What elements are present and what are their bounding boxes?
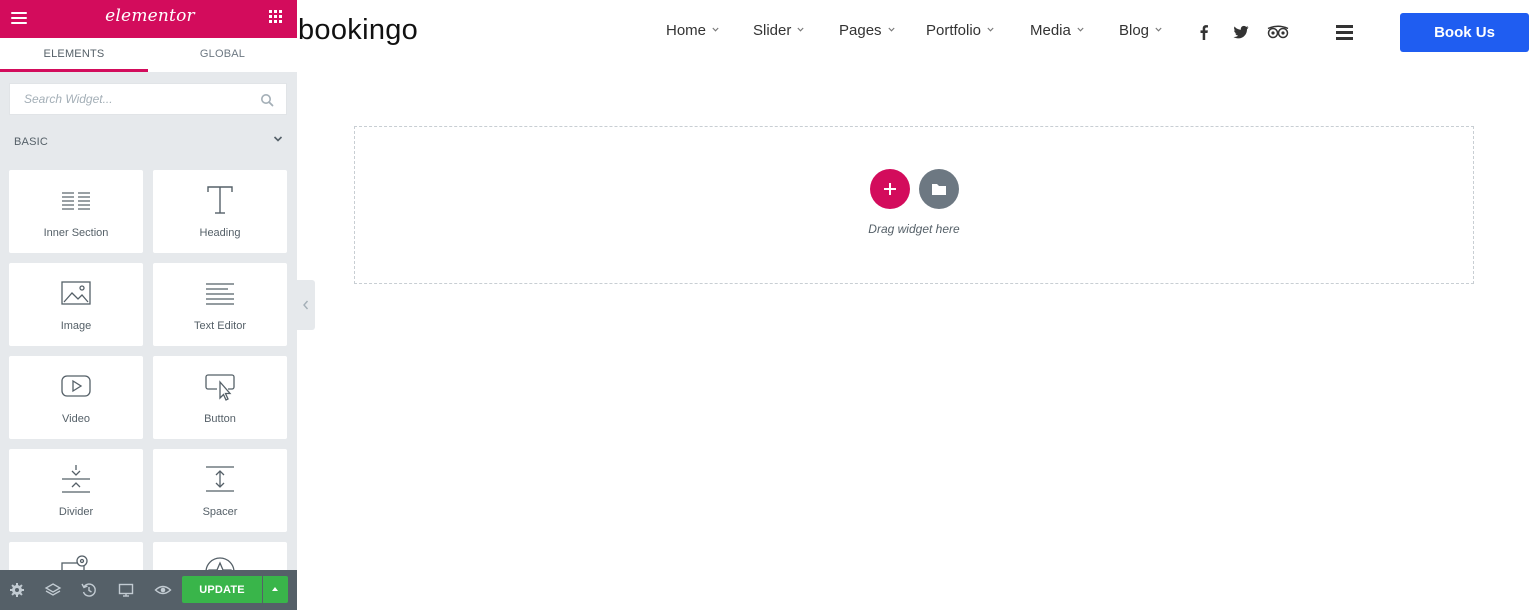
settings-gear-icon[interactable] <box>8 581 26 599</box>
search-widget-input[interactable] <box>10 84 250 114</box>
widgets-grid: Inner Section Heading Image Text Editor … <box>0 160 297 570</box>
nav-label: Home <box>666 22 707 39</box>
twitter-icon[interactable] <box>1232 23 1250 41</box>
chevron-left-icon <box>303 300 309 310</box>
widget-heading[interactable]: Heading <box>153 170 287 253</box>
video-icon <box>61 375 91 397</box>
search-icon[interactable] <box>260 93 274 107</box>
nav-label: Media <box>1030 22 1071 39</box>
plus-icon <box>884 183 896 195</box>
nav-portfolio[interactable]: Portfolio <box>926 22 994 42</box>
spacer-icon <box>206 466 234 492</box>
panel-footer: UPDATE <box>0 570 297 610</box>
panel-tabs: ELEMENTS GLOBAL <box>0 38 297 72</box>
nav-label: Blog <box>1119 22 1150 39</box>
add-template-button[interactable] <box>919 169 959 209</box>
site-logo[interactable]: bookingo <box>298 14 418 47</box>
caret-up-icon <box>272 587 278 591</box>
widget-google-maps[interactable] <box>9 542 143 570</box>
editor-root: elementor ELEMENTS GLOBAL BASIC <box>0 0 1529 610</box>
navigator-layers-icon[interactable] <box>44 581 62 599</box>
history-icon[interactable] <box>80 581 98 599</box>
nav-label: Slider <box>753 22 792 39</box>
category-title: BASIC <box>14 136 49 148</box>
facebook-icon[interactable] <box>1195 23 1213 41</box>
nav-home[interactable]: Home <box>666 22 719 42</box>
update-options-button[interactable] <box>263 576 288 603</box>
nav-slider[interactable]: Slider <box>753 22 804 42</box>
responsive-desktop-icon[interactable] <box>117 581 135 599</box>
widget-label: Heading <box>199 227 241 239</box>
widgets-grid-icon[interactable] <box>269 10 285 26</box>
widget-label: Spacer <box>202 506 238 518</box>
book-us-button[interactable]: Book Us <box>1400 13 1529 52</box>
nav-pages[interactable]: Pages <box>839 22 895 42</box>
inner-section-icon <box>62 192 90 210</box>
widget-icon[interactable] <box>153 542 287 570</box>
drag-widget-hint: Drag widget here <box>868 222 960 236</box>
editor-panel: elementor ELEMENTS GLOBAL BASIC <box>0 0 297 610</box>
text-editor-icon <box>206 283 234 305</box>
widget-label: Divider <box>58 506 94 518</box>
divider-icon <box>62 465 90 493</box>
chevron-down-icon <box>712 27 719 32</box>
category-basic-toggle[interactable]: BASIC <box>14 132 287 148</box>
chevron-down-icon <box>1077 27 1084 32</box>
add-section-button[interactable] <box>870 169 910 209</box>
folder-icon <box>932 184 946 195</box>
widget-image[interactable]: Image <box>9 263 143 346</box>
image-icon <box>61 281 91 305</box>
chevron-down-icon <box>887 27 895 32</box>
chevron-down-icon <box>797 27 804 32</box>
google-maps-icon <box>61 555 88 570</box>
widget-label: Button <box>204 413 236 425</box>
chevron-down-icon <box>273 136 283 142</box>
tab-global[interactable]: GLOBAL <box>148 38 297 72</box>
panel-header: elementor <box>0 0 297 38</box>
tab-elements[interactable]: ELEMENTS <box>0 38 148 72</box>
menu-icon[interactable] <box>8 7 30 29</box>
chevron-down-icon <box>987 27 994 32</box>
nav-blog[interactable]: Blog <box>1119 22 1162 42</box>
nav-label: Pages <box>839 22 882 39</box>
update-button[interactable]: UPDATE <box>182 576 262 603</box>
widget-divider[interactable]: Divider <box>9 449 143 532</box>
heading-icon <box>207 186 233 214</box>
widget-button[interactable]: Button <box>153 356 287 439</box>
empty-section-drop-zone[interactable]: Drag widget here <box>354 126 1474 284</box>
tripadvisor-icon[interactable] <box>1266 23 1290 41</box>
widget-spacer[interactable]: Spacer <box>153 449 287 532</box>
search-box <box>9 83 287 115</box>
widget-inner-section[interactable]: Inner Section <box>9 170 143 253</box>
widget-text-editor[interactable]: Text Editor <box>153 263 287 346</box>
icon-widget-icon <box>205 557 235 570</box>
preview-eye-icon[interactable] <box>154 581 172 599</box>
elementor-logo: elementor <box>105 6 195 26</box>
widget-label: Video <box>62 413 90 425</box>
panel-collapse-handle[interactable] <box>297 280 315 330</box>
widget-label: Text Editor <box>194 320 246 332</box>
button-icon <box>205 374 235 401</box>
widget-label: Image <box>60 320 92 332</box>
hamburger-menu-icon[interactable] <box>1336 24 1354 40</box>
nav-media[interactable]: Media <box>1030 22 1084 42</box>
chevron-down-icon <box>1155 27 1162 32</box>
nav-label: Portfolio <box>926 22 982 39</box>
widget-video[interactable]: Video <box>9 356 143 439</box>
widget-label: Inner Section <box>43 227 109 239</box>
